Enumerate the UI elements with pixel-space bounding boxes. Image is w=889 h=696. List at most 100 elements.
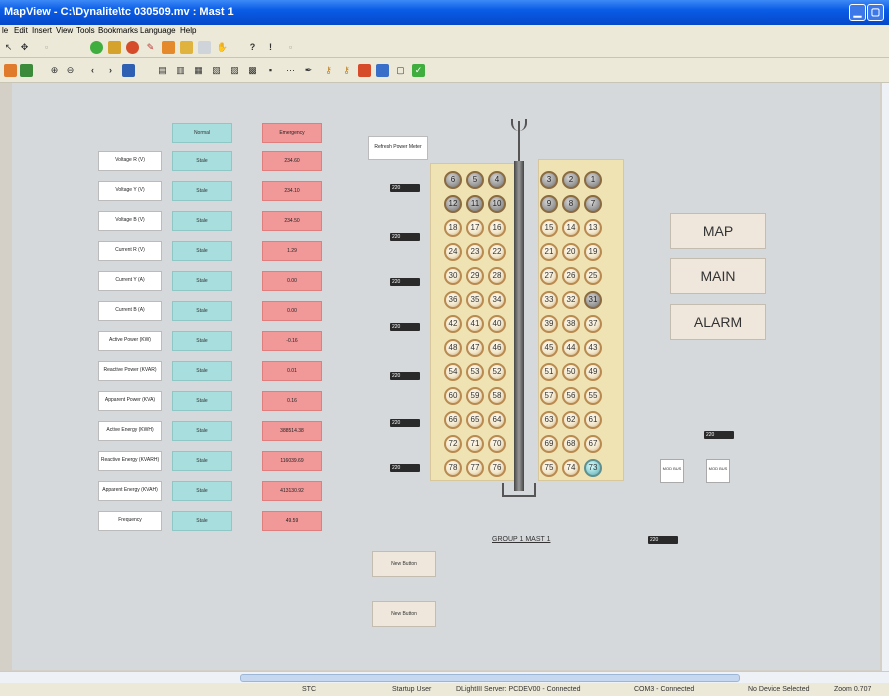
relay-right-2[interactable]: 220	[648, 536, 678, 544]
lamp-16[interactable]: 16	[488, 219, 506, 237]
lamp-27[interactable]: 27	[540, 267, 558, 285]
relay-right-1[interactable]: 220	[704, 431, 734, 439]
main-button[interactable]: MAIN	[670, 258, 766, 294]
alert-icon[interactable]: !	[264, 41, 277, 54]
lamp-28[interactable]: 28	[488, 267, 506, 285]
doc-icon[interactable]	[198, 41, 211, 54]
menu-tools[interactable]: Tools	[76, 26, 95, 35]
relay-icon[interactable]: 220	[390, 184, 420, 192]
menu-help[interactable]: Help	[180, 26, 196, 35]
lamp-14[interactable]: 14	[562, 219, 580, 237]
lamp-70[interactable]: 70	[488, 435, 506, 453]
lamp-78[interactable]: 78	[444, 459, 462, 477]
lamp-29[interactable]: 29	[466, 267, 484, 285]
lamp-18[interactable]: 18	[444, 219, 462, 237]
lamp-56[interactable]: 56	[562, 387, 580, 405]
lamp-72[interactable]: 72	[444, 435, 462, 453]
scroll-thumb[interactable]	[240, 674, 740, 682]
lamp-74[interactable]: 74	[562, 459, 580, 477]
lamp-7[interactable]: 7	[584, 195, 602, 213]
globe-icon[interactable]	[376, 64, 389, 77]
paste-icon[interactable]: ▢	[394, 64, 407, 77]
lamp-55[interactable]: 55	[584, 387, 602, 405]
move-icon[interactable]: ✥	[18, 41, 31, 54]
lamp-67[interactable]: 67	[584, 435, 602, 453]
relay-icon[interactable]: 220	[390, 278, 420, 286]
lamp-33[interactable]: 33	[540, 291, 558, 309]
tool-7-icon[interactable]: ▪	[264, 64, 277, 77]
menu-edit[interactable]: Edit	[14, 26, 28, 35]
relay-icon[interactable]: 220	[390, 323, 420, 331]
new-button-2[interactable]: New Button	[372, 601, 436, 627]
red-ball-icon[interactable]	[126, 41, 139, 54]
orange-icon[interactable]	[162, 41, 175, 54]
key-icon[interactable]: ⚷	[322, 64, 335, 77]
zoom-in-icon[interactable]: ⊕	[48, 64, 61, 77]
lamp-20[interactable]: 20	[562, 243, 580, 261]
lamp-39[interactable]: 39	[540, 315, 558, 333]
lamp-65[interactable]: 65	[466, 411, 484, 429]
refresh-power-meter-button[interactable]: Refresh Power Meter	[368, 136, 428, 160]
lamp-51[interactable]: 51	[540, 363, 558, 381]
lamp-42[interactable]: 42	[444, 315, 462, 333]
lamp-48[interactable]: 48	[444, 339, 462, 357]
horizontal-scrollbar[interactable]	[0, 671, 889, 683]
lamp-44[interactable]: 44	[562, 339, 580, 357]
lamp-12[interactable]: 12	[444, 195, 462, 213]
lamp-17[interactable]: 17	[466, 219, 484, 237]
lamp-75[interactable]: 75	[540, 459, 558, 477]
lamp-68[interactable]: 68	[562, 435, 580, 453]
lamp-47[interactable]: 47	[466, 339, 484, 357]
lamp-58[interactable]: 58	[488, 387, 506, 405]
lamp-64[interactable]: 64	[488, 411, 506, 429]
menu-bookmarks[interactable]: Bookmarks	[98, 26, 138, 35]
lamp-8[interactable]: 8	[562, 195, 580, 213]
lamp-13[interactable]: 13	[584, 219, 602, 237]
lamp-25[interactable]: 25	[584, 267, 602, 285]
lamp-63[interactable]: 63	[540, 411, 558, 429]
hand-icon[interactable]: ✋	[216, 41, 229, 54]
lamp-62[interactable]: 62	[562, 411, 580, 429]
pointer-icon[interactable]: ↖	[2, 41, 15, 54]
new-button-1[interactable]: New Button	[372, 551, 436, 577]
stop-icon[interactable]	[358, 64, 371, 77]
maximize-button[interactable]: ▢	[867, 4, 884, 21]
lamp-60[interactable]: 60	[444, 387, 462, 405]
lamp-19[interactable]: 19	[584, 243, 602, 261]
lamp-1[interactable]: 1	[584, 171, 602, 189]
lamp-40[interactable]: 40	[488, 315, 506, 333]
lamp-46[interactable]: 46	[488, 339, 506, 357]
lamp-76[interactable]: 76	[488, 459, 506, 477]
relay-icon[interactable]: 220	[390, 464, 420, 472]
lamp-10[interactable]: 10	[488, 195, 506, 213]
lamp-59[interactable]: 59	[466, 387, 484, 405]
lamp-32[interactable]: 32	[562, 291, 580, 309]
lamp-26[interactable]: 26	[562, 267, 580, 285]
lamp-38[interactable]: 38	[562, 315, 580, 333]
lamp-41[interactable]: 41	[466, 315, 484, 333]
lamp-66[interactable]: 66	[444, 411, 462, 429]
modbus-device-1[interactable]: MOD BUS	[660, 459, 684, 483]
menu-view[interactable]: View	[56, 26, 73, 35]
lamp-3[interactable]: 3	[540, 171, 558, 189]
lamp-36[interactable]: 36	[444, 291, 462, 309]
lamp-11[interactable]: 11	[466, 195, 484, 213]
chart-icon[interactable]: ▨	[228, 64, 241, 77]
vertical-scrollbar[interactable]	[882, 83, 889, 671]
lamp-35[interactable]: 35	[466, 291, 484, 309]
tool-8-icon[interactable]: ⋯	[284, 64, 297, 77]
lamp-54[interactable]: 54	[444, 363, 462, 381]
tool-1-icon[interactable]: ▤	[156, 64, 169, 77]
lamp-30[interactable]: 30	[444, 267, 462, 285]
relay-icon[interactable]: 220	[390, 419, 420, 427]
zoom-out-icon[interactable]: ⊖	[64, 64, 77, 77]
tool-3-icon[interactable]: ▦	[192, 64, 205, 77]
lamp-31[interactable]: 31	[584, 291, 602, 309]
map-button[interactable]: MAP	[670, 213, 766, 249]
lamp-2[interactable]: 2	[562, 171, 580, 189]
lamp-45[interactable]: 45	[540, 339, 558, 357]
lamp-37[interactable]: 37	[584, 315, 602, 333]
menu-file[interactable]: le	[2, 26, 8, 35]
lamp-61[interactable]: 61	[584, 411, 602, 429]
tool-4-icon[interactable]: ▧	[210, 64, 223, 77]
